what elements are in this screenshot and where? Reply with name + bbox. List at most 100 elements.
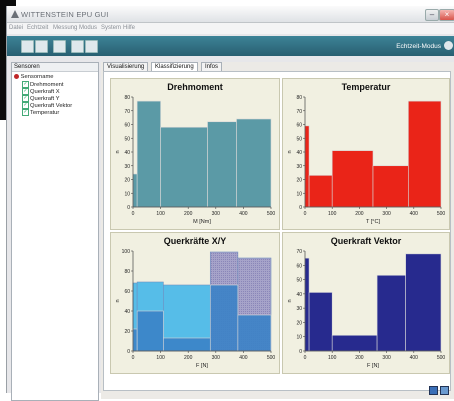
tab-panel: Drehmoment 0 10 20 30 40 50 60 70 80 0 100 200 300 40… — [103, 71, 451, 391]
x-tick-label: 0 — [304, 355, 307, 361]
checkbox-icon[interactable]: ✓ — [22, 95, 29, 102]
chart-temperatur: 0 10 20 30 40 50 60 70 80 0 100 200 300 400 500 T [°C] n — [287, 95, 446, 225]
y-tick-label: 50 — [296, 278, 302, 284]
checkbox-icon[interactable]: ✓ — [22, 102, 29, 109]
bar — [160, 126, 208, 208]
app-logo-icon — [11, 10, 19, 18]
bar — [136, 100, 161, 208]
menu-hilfe[interactable]: Hilfe — [123, 25, 135, 31]
chart-querkraefte-panel: Querkräfte X/Y 0 20 40 60 80 100 0 100 200 300 400… — [110, 232, 280, 374]
y-axis-label: n — [115, 150, 121, 153]
sidebar-item-label: Temperatur — [30, 110, 60, 117]
sidebar-item-drehmoment[interactable]: ✓ Drehmoment — [22, 81, 64, 88]
menu-messung[interactable]: Messung — [53, 25, 77, 31]
x-tick-label: 200 — [184, 355, 193, 361]
save-icon[interactable] — [71, 40, 84, 53]
y-tick-label: 60 — [296, 263, 302, 269]
bar — [372, 165, 409, 208]
y-tick-label: 30 — [296, 164, 302, 170]
menu-echtzeit[interactable]: Echtzeit — [27, 25, 48, 31]
main-content: Visualisierung Klassifizierung Infos Dre… — [101, 62, 454, 399]
bar — [236, 118, 272, 208]
y-tick-label: 20 — [296, 178, 302, 184]
sidebar-item-querkraft-x[interactable]: ✓ Querkraft X — [22, 88, 60, 95]
x-tick-label: 200 — [355, 355, 364, 361]
bar-series-y — [136, 310, 164, 352]
title-bar[interactable]: WITTENSTEIN EPU GUI – × — [7, 6, 454, 23]
y-tick-label: 70 — [124, 109, 130, 115]
x-tick-label: 100 — [328, 211, 337, 217]
sidebar-item-temperatur[interactable]: ✓ Temperatur — [22, 109, 59, 116]
y-tick-label: 80 — [296, 95, 302, 101]
x-tick-label: 100 — [328, 355, 337, 361]
checkbox-icon[interactable]: ✓ — [22, 88, 29, 95]
x-tick-label: 500 — [437, 211, 446, 217]
x-axis-label: T [°C] — [366, 219, 380, 225]
settings-icon[interactable] — [53, 40, 66, 53]
start-icon[interactable] — [21, 40, 34, 53]
tree-root[interactable]: Sensorname — [14, 74, 54, 80]
checkbox-icon[interactable]: ✓ — [22, 81, 29, 88]
sensor-root-icon — [14, 74, 19, 79]
y-tick-label: 20 — [124, 178, 130, 184]
y-tick-label: 70 — [296, 249, 302, 255]
y-tick-label: 50 — [296, 136, 302, 142]
x-tick-label: 100 — [156, 211, 165, 217]
y-tick-label: 20 — [124, 329, 130, 335]
sidebar-item-querkraft-vektor[interactable]: ✓ Querkraft Vektor — [22, 102, 72, 109]
bar-series-y — [209, 284, 239, 352]
x-axis-label: M [Nm] — [193, 219, 211, 225]
bar — [376, 274, 406, 352]
chart-drehmoment-panel: Drehmoment 0 10 20 30 40 50 60 70 80 0 100 200 300 40… — [110, 78, 280, 230]
bar-series-y — [163, 337, 211, 352]
y-axis-label: n — [115, 299, 121, 302]
y-tick-label: 10 — [124, 191, 130, 197]
x-tick-label: 0 — [304, 211, 307, 217]
chart-temperatur-panel: Temperatur 0 10 20 30 40 50 60 70 80 0 100 200 300 40… — [282, 78, 450, 230]
y-tick-label: 80 — [124, 95, 130, 101]
y-tick-label: 40 — [296, 150, 302, 156]
y-tick-label: 0 — [127, 349, 130, 355]
window-icon[interactable] — [429, 386, 439, 395]
x-tick-label: 300 — [382, 211, 391, 217]
y-tick-label: 30 — [296, 306, 302, 312]
x-tick-label: 500 — [267, 355, 276, 361]
y-tick-label: 40 — [296, 292, 302, 298]
mode-label: Echtzeit-Modus — [396, 43, 441, 50]
bar — [331, 334, 378, 352]
x-tick-label: 400 — [410, 211, 419, 217]
app-window: WITTENSTEIN EPU GUI – × Datei Echtzeit M… — [6, 6, 454, 401]
close-button[interactable]: × — [439, 9, 454, 21]
y-tick-label: 80 — [124, 269, 130, 275]
y-axis-label: n — [287, 299, 293, 302]
mode-icon[interactable] — [444, 41, 453, 50]
y-tick-label: 10 — [296, 191, 302, 197]
window-icon[interactable] — [440, 386, 449, 395]
menu-system[interactable]: System — [101, 25, 121, 31]
x-tick-label: 0 — [132, 211, 135, 217]
x-tick-label: 200 — [355, 211, 364, 217]
y-tick-label: 0 — [299, 205, 302, 211]
checkbox-icon[interactable]: ✓ — [22, 109, 29, 116]
status-icons — [429, 386, 449, 397]
x-tick-label: 0 — [132, 355, 135, 361]
y-tick-label: 60 — [296, 123, 302, 129]
chart-drehmoment: 0 10 20 30 40 50 60 70 80 0 100 200 300 400 500 M [Nm] n — [115, 95, 275, 225]
y-tick-label: 10 — [296, 335, 302, 341]
y-tick-label: 20 — [296, 320, 302, 326]
y-tick-label: 0 — [127, 205, 130, 211]
bar-series-y — [132, 328, 138, 352]
y-tick-label: 0 — [299, 349, 302, 355]
print-icon[interactable] — [85, 40, 98, 53]
chart-querkraefte-xy: 0 20 40 60 80 100 0 100 200 300 400 500 F [N] n — [115, 249, 276, 369]
chart-querkraft-vektor: 0 10 20 30 40 50 60 70 0 100 200 300 400 500 F [N] n — [287, 249, 445, 369]
x-tick-label: 300 — [212, 355, 221, 361]
x-tick-label: 400 — [239, 211, 248, 217]
sensor-sidebar: Sensoren Sensorname ✓ Drehmoment ✓ Querkra… — [11, 62, 99, 401]
menu-datei[interactable]: Datei — [9, 25, 23, 31]
bar-series-y — [237, 314, 272, 352]
menu-modus[interactable]: Modus — [79, 25, 97, 31]
stop-icon[interactable] — [35, 40, 48, 53]
minimize-button[interactable]: – — [425, 9, 439, 21]
sidebar-item-querkraft-y[interactable]: ✓ Querkraft Y — [22, 95, 60, 102]
